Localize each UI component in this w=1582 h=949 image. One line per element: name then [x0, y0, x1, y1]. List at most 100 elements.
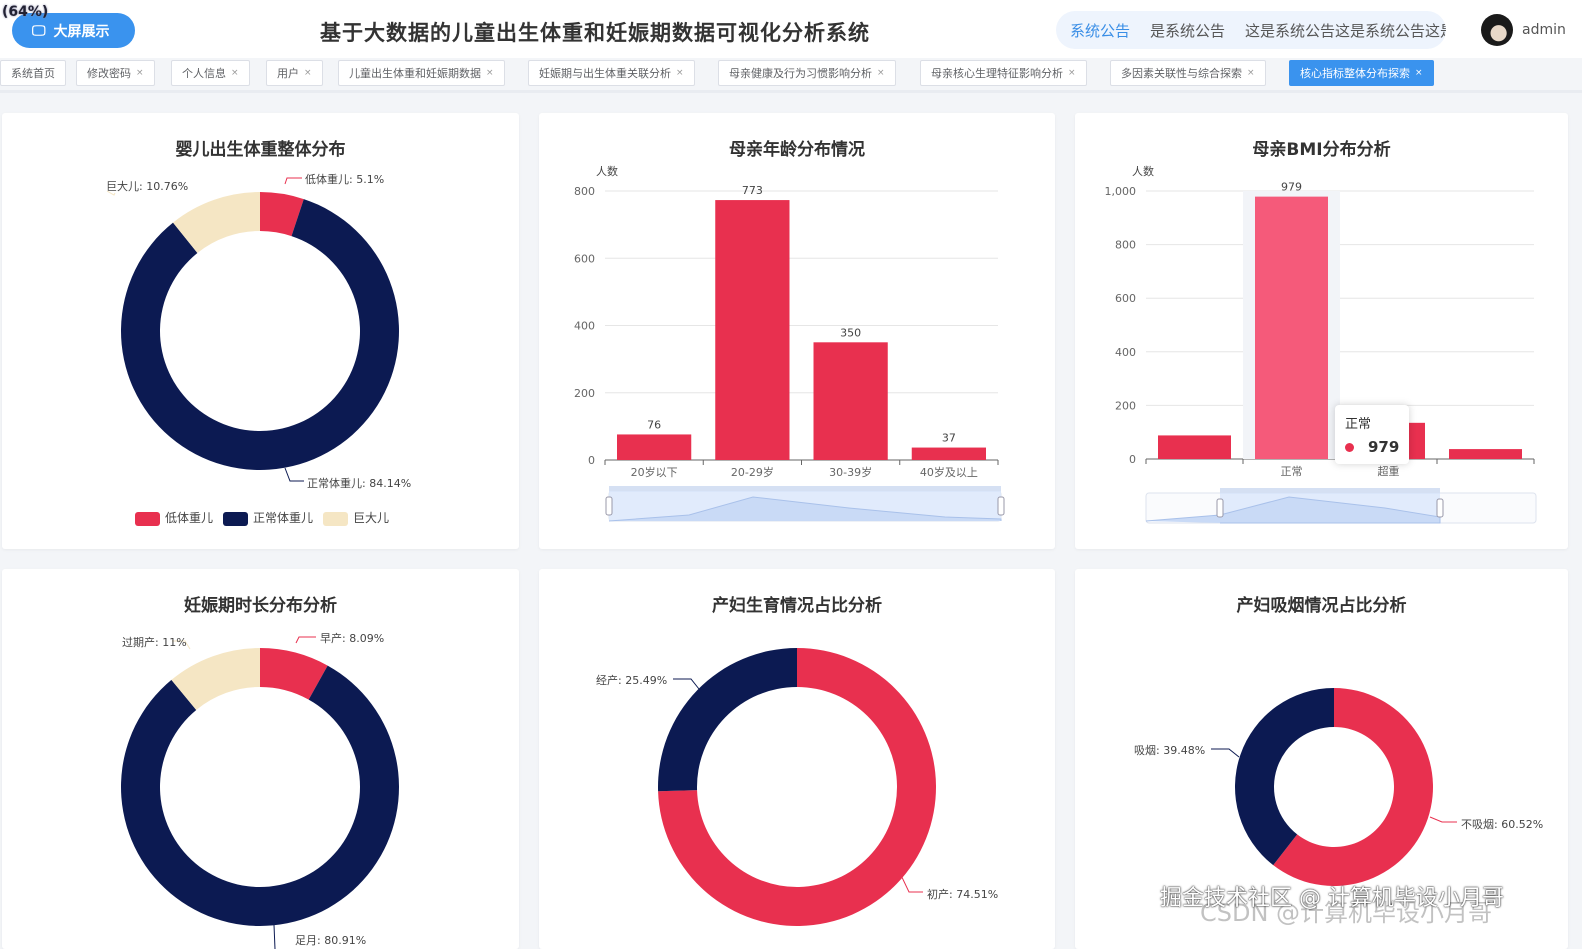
tab-label: 修改密码 — [87, 67, 131, 80]
series-dot-icon — [1345, 443, 1354, 452]
tab-label: 母亲核心生理特征影响分析 — [931, 67, 1063, 80]
gestation-card: 妊娠期时长分布分析 过期产: 11% 早产: 8.09% 足月: 80.91% — [2, 569, 519, 949]
tab-label: 母亲健康及行为习惯影响分析 — [729, 67, 872, 80]
chart-title: 妊娠期时长分布分析 — [184, 596, 337, 616]
chart-title: 产妇生育情况占比分析 — [712, 596, 882, 616]
tab-label: 妊娠期与出生体重关联分析 — [539, 67, 671, 80]
y-tick-label: 800 — [574, 185, 595, 198]
close-icon[interactable]: × — [1415, 68, 1423, 78]
tab-users[interactable]: 用户 × — [266, 60, 323, 86]
x-tick-label: 20-29岁 — [731, 465, 774, 479]
notice-label: 系统公告 — [1070, 21, 1131, 40]
parity-card: 产妇生育情况占比分析 经产: 25.49% 初产: 74.51% — [539, 569, 1055, 949]
avatar[interactable] — [1481, 14, 1513, 46]
y-tick-label: 0 — [1129, 453, 1136, 466]
tab-health-analysis[interactable]: 母亲健康及行为习惯影响分析 × — [718, 60, 896, 86]
bar-value-label: 350 — [840, 326, 861, 339]
x-tick-label: 正常 — [1281, 465, 1303, 478]
bar-value-label: 979 — [1281, 181, 1302, 194]
donut-chart — [121, 636, 400, 949]
slice-label: 正常体重儿: 84.14% — [307, 477, 412, 490]
data-zoom-handle — [605, 496, 613, 516]
x-tick-label: 超重 — [1378, 464, 1400, 478]
y-tick-label: 600 — [574, 252, 595, 265]
tab-change-password[interactable]: 修改密码 × — [76, 60, 155, 86]
close-icon[interactable]: × — [676, 68, 684, 78]
y-tick-label: 800 — [1115, 239, 1136, 252]
pie-slice — [1235, 688, 1334, 866]
y-tick-label: 0 — [588, 454, 595, 467]
tab-core-distribution[interactable]: 核心指标整体分布探索 × — [1289, 60, 1434, 86]
legend-item[interactable]: 低体重儿 — [135, 509, 213, 526]
bar — [617, 434, 692, 460]
mother-age-card: 0 200 400 600 800 20岁以下 76 20-29岁 773 30-39岁 350 40… — [539, 113, 1055, 549]
y-axis-label: 人数 — [596, 165, 618, 178]
divider — [0, 90, 1582, 93]
tab-multifactor[interactable]: 多因素关联性与综合探索 × — [1110, 60, 1266, 86]
data-zoom-handle — [997, 496, 1005, 516]
birth-weight-card: 婴儿出生体重整体分布 巨大儿: 10.76% 低体重儿: 5.1% 正常体重儿:… — [2, 113, 519, 549]
chart-title: 母亲年龄分布情况 — [729, 140, 865, 160]
bar-value-label: 76 — [647, 418, 661, 431]
bar — [1158, 435, 1231, 459]
tab-profile[interactable]: 个人信息 × — [171, 60, 250, 86]
tab-label: 个人信息 — [182, 67, 226, 80]
slice-label: 低体重儿: 5.1% — [305, 173, 385, 186]
slice-label: 吸烟: 39.48% — [1134, 744, 1206, 757]
tab-physiology-analysis[interactable]: 母亲核心生理特征影响分析 × — [920, 60, 1087, 86]
pie-slice — [121, 665, 400, 926]
slice-label: 经产: 25.49% — [596, 674, 668, 687]
chart-title: 婴儿出生体重整体分布 — [175, 140, 346, 160]
slice-label: 足月: 80.91% — [295, 934, 367, 947]
top-header: 🖵 大屏展示 (64%) 基于大数据的儿童出生体重和妊娠期数据可视化分析系统 系统… — [0, 0, 1582, 58]
close-icon[interactable]: × — [1247, 68, 1255, 78]
chart-title: 产妇吸烟情况占比分析 — [1236, 596, 1407, 616]
bar — [911, 447, 986, 460]
close-icon[interactable]: × — [486, 68, 494, 78]
mother-bmi-card: 0 200 400 600 800 1,000 正常 979 超重 母亲BMI分布分析 人数 正… — [1075, 113, 1568, 549]
username[interactable]: admin — [1522, 22, 1566, 38]
bar — [1255, 196, 1328, 459]
bar-value-label: 37 — [942, 432, 956, 445]
close-icon[interactable]: × — [231, 68, 239, 78]
x-tick-label: 40岁及以上 — [920, 465, 978, 479]
y-tick-label: 400 — [1115, 346, 1136, 359]
legend-label: 巨大儿 — [353, 511, 390, 525]
tab-gestation-analysis[interactable]: 妊娠期与出生体重关联分析 × — [528, 60, 695, 86]
pie-slice — [120, 199, 400, 471]
x-tick-label: 20岁以下 — [631, 465, 678, 479]
chart-tooltip: 正常 979 — [1335, 405, 1410, 464]
close-icon[interactable]: × — [304, 68, 312, 78]
x-tick-label: 30-39岁 — [829, 465, 872, 479]
y-tick-label: 1,000 — [1105, 185, 1137, 198]
legend-item[interactable]: 巨大儿 — [323, 509, 389, 526]
y-tick-label: 200 — [574, 387, 595, 400]
notice-bar[interactable]: 系统公告 是系统公告 这是系统公告这是系统公告这是 — [1056, 11, 1446, 49]
chart-title: 母亲BMI分布分析 — [1252, 140, 1391, 160]
y-tick-label: 600 — [1115, 292, 1136, 305]
tab-data[interactable]: 儿童出生体重和妊娠期数据 × — [338, 60, 505, 86]
chart-legend: 低体重儿 正常体重儿 巨大儿 — [135, 509, 389, 526]
legend-item[interactable]: 正常体重儿 — [223, 509, 313, 526]
notice-text: 这是系统公告这是系统公告这是 — [1245, 21, 1446, 40]
notice-title: 是系统公告 — [1150, 21, 1226, 40]
data-zoom-handle — [1436, 498, 1444, 518]
tab-label: 核心指标整体分布探索 — [1300, 67, 1410, 80]
close-icon[interactable]: × — [877, 68, 885, 78]
page-title: 基于大数据的儿童出生体重和妊娠期数据可视化分析系统 — [320, 21, 870, 45]
tab-label: 用户 — [277, 67, 299, 80]
y-axis-label: 人数 — [1132, 165, 1154, 178]
close-icon[interactable]: × — [136, 68, 144, 78]
tab-home[interactable]: 系统首页 — [0, 60, 66, 86]
tab-label: 多因素关联性与综合探索 — [1121, 67, 1242, 80]
bar-value-label: 773 — [742, 184, 763, 197]
data-zoom-handle — [1216, 498, 1224, 518]
tab-label: 儿童出生体重和妊娠期数据 — [349, 67, 481, 80]
donut-chart — [106, 177, 400, 482]
tooltip-name: 正常 — [1345, 417, 1372, 432]
slice-label: 早产: 8.09% — [320, 632, 385, 645]
close-icon[interactable]: × — [1068, 68, 1076, 78]
bar — [715, 200, 790, 461]
legend-label: 正常体重儿 — [253, 511, 314, 525]
bar — [1449, 449, 1522, 459]
